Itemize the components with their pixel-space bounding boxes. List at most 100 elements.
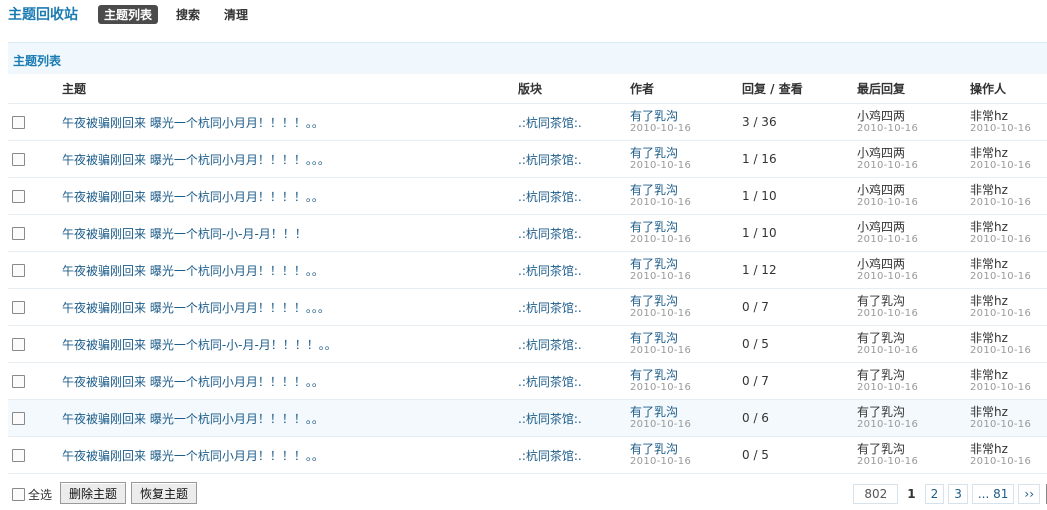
thread-subject-link[interactable]: 午夜被骗刚回来 曝光一个杭同小月月！！！！。。 (62, 264, 324, 278)
forum-link[interactable]: .:杭同茶馆:. (518, 227, 582, 241)
operator-cell: 非常hz 2010-10-16 (970, 288, 1047, 326)
delete-threads-button[interactable]: 删除主题 (60, 482, 126, 504)
operator-date: 2010-10-16 (970, 307, 1032, 319)
row-checkbox[interactable] (12, 375, 25, 388)
forum-link[interactable]: .:杭同茶馆:. (518, 264, 582, 278)
author-cell: 有了乳沟 2010-10-16 (630, 177, 742, 215)
author-link[interactable]: 有了乳沟 (630, 405, 742, 419)
pagination-next[interactable]: ›› (1018, 484, 1040, 504)
author-date: 2010-10-16 (630, 344, 692, 356)
thread-subject-link[interactable]: 午夜被骗刚回来 曝光一个杭同小月月！！！！。。 (62, 190, 324, 204)
author-link[interactable]: 有了乳沟 (630, 220, 742, 234)
app-title: 主题回收站 (8, 7, 78, 23)
pagination-total: 802 (853, 484, 899, 504)
forum-link[interactable]: .:杭同茶馆:. (518, 449, 582, 463)
pagination-page-3[interactable]: 3 (948, 484, 968, 504)
author-link[interactable]: 有了乳沟 (630, 146, 742, 160)
thread-subject-link[interactable]: 午夜被骗刚回来 曝光一个杭同-小-月-月！！！ (62, 227, 307, 241)
subject-cell: 午夜被骗刚回来 曝光一个杭同小月月！！！！。。 (62, 103, 518, 141)
table-row: 午夜被骗刚回来 曝光一个杭同小月月！！！！。。 .:杭同茶馆:. 有了乳沟 2010-… (8, 362, 1047, 400)
thread-subject-link[interactable]: 午夜被骗刚回来 曝光一个杭同小月月！！！！。。 (62, 116, 324, 130)
forum-cell: .:杭同茶馆:. (518, 436, 630, 474)
row-checkbox[interactable] (12, 301, 25, 314)
operator-date: 2010-10-16 (970, 196, 1032, 208)
row-checkbox[interactable] (12, 190, 25, 203)
last-reply-user: 小鸡四两 (857, 108, 906, 123)
forum-link[interactable]: .:杭同茶馆:. (518, 153, 582, 167)
column-header-operator: 操作人 (970, 74, 1047, 104)
thread-subject-link[interactable]: 午夜被骗刚回来 曝光一个杭同-小-月-月！！！！。。 (62, 338, 337, 352)
operator-cell: 非常hz 2010-10-16 (970, 177, 1047, 215)
table-footer: 全选 删除主题 恢复主题 802 1 2 3 ... 81 ›› (8, 482, 1047, 506)
thread-subject-link[interactable]: 午夜被骗刚回来 曝光一个杭同小月月！！！！。。 (62, 412, 324, 426)
operator-name: 非常hz (970, 108, 1008, 123)
select-all[interactable]: 全选 (8, 486, 52, 503)
reply-view-counts: 1 / 12 (742, 263, 777, 277)
pagination-page-2[interactable]: 2 (924, 484, 945, 504)
thread-subject-link[interactable]: 午夜被骗刚回来 曝光一个杭同小月月！！！！。。。 (62, 153, 330, 167)
last-reply-user: 有了乳沟 (857, 367, 906, 382)
checkbox-column-header (8, 74, 62, 104)
forum-link[interactable]: .:杭同茶馆:. (518, 116, 582, 130)
thread-subject-link[interactable]: 午夜被骗刚回来 曝光一个杭同小月月！！！！。。 (62, 449, 324, 463)
author-cell: 有了乳沟 2010-10-16 (630, 251, 742, 289)
pagination-last-page[interactable]: ... 81 (971, 484, 1015, 504)
last-reply-cell: 小鸡四两 2010-10-16 (857, 103, 970, 141)
reply-view-counts: 0 / 7 (742, 374, 769, 388)
author-link[interactable]: 有了乳沟 (630, 257, 742, 271)
nav-tab-cleanup[interactable]: 清理 (218, 5, 254, 24)
nav-tab-search[interactable]: 搜索 (170, 5, 206, 24)
restore-threads-button[interactable]: 恢复主题 (131, 482, 197, 504)
last-reply-cell: 小鸡四两 2010-10-16 (857, 177, 970, 215)
row-checkbox[interactable] (12, 338, 25, 351)
author-link[interactable]: 有了乳沟 (630, 331, 742, 345)
forum-cell: .:杭同茶馆:. (518, 399, 630, 437)
last-reply-date: 2010-10-16 (857, 455, 919, 467)
operator-date: 2010-10-16 (970, 159, 1032, 171)
forum-link[interactable]: .:杭同茶馆:. (518, 301, 582, 315)
counts-cell: 1 / 10 (742, 177, 857, 215)
row-select-cell (8, 436, 62, 474)
author-link[interactable]: 有了乳沟 (630, 294, 742, 308)
table-row: 午夜被骗刚回来 曝光一个杭同小月月！！！！。。。 .:杭同茶馆:. 有了乳沟 2010… (8, 288, 1047, 326)
forum-link[interactable]: .:杭同茶馆:. (518, 190, 582, 204)
operator-name: 非常hz (970, 293, 1008, 308)
operator-cell: 非常hz 2010-10-16 (970, 399, 1047, 437)
thread-subject-link[interactable]: 午夜被骗刚回来 曝光一个杭同小月月！！！！。。。 (62, 301, 330, 315)
operator-date: 2010-10-16 (970, 418, 1032, 430)
thread-subject-link[interactable]: 午夜被骗刚回来 曝光一个杭同小月月！！！！。。 (62, 375, 324, 389)
author-link[interactable]: 有了乳沟 (630, 109, 742, 123)
row-checkbox[interactable] (12, 116, 25, 129)
author-link[interactable]: 有了乳沟 (630, 183, 742, 197)
operator-name: 非常hz (970, 219, 1008, 234)
nav-tab-thread-list[interactable]: 主题列表 (98, 4, 159, 24)
operator-cell: 非常hz 2010-10-16 (970, 214, 1047, 252)
forum-link[interactable]: .:杭同茶馆:. (518, 412, 582, 426)
author-date: 2010-10-16 (630, 455, 692, 467)
operator-cell: 非常hz 2010-10-16 (970, 251, 1047, 289)
last-reply-date: 2010-10-16 (857, 159, 919, 171)
forum-link[interactable]: .:杭同茶馆:. (518, 375, 582, 389)
row-checkbox[interactable] (12, 264, 25, 277)
top-nav: 主题列表 搜索 清理 (98, 4, 266, 24)
counts-cell: 0 / 5 (742, 325, 857, 363)
author-link[interactable]: 有了乳沟 (630, 442, 742, 456)
row-checkbox[interactable] (12, 227, 25, 240)
counts-cell: 1 / 16 (742, 140, 857, 178)
operator-date: 2010-10-16 (970, 381, 1032, 393)
reply-view-counts: 1 / 10 (742, 226, 777, 240)
column-header-author: 作者 (630, 74, 742, 104)
author-date: 2010-10-16 (630, 307, 692, 319)
table-row: 午夜被骗刚回来 曝光一个杭同小月月！！！！。。 .:杭同茶馆:. 有了乳沟 2010-… (8, 436, 1047, 474)
row-checkbox[interactable] (12, 153, 25, 166)
forum-link[interactable]: .:杭同茶馆:. (518, 338, 582, 352)
operator-name: 非常hz (970, 182, 1008, 197)
select-all-label: 全选 (28, 488, 53, 502)
author-cell: 有了乳沟 2010-10-16 (630, 399, 742, 437)
operator-cell: 非常hz 2010-10-16 (970, 103, 1047, 141)
row-checkbox[interactable] (12, 449, 25, 462)
last-reply-date: 2010-10-16 (857, 196, 919, 208)
select-all-checkbox[interactable] (12, 488, 25, 501)
row-checkbox[interactable] (12, 412, 25, 425)
author-link[interactable]: 有了乳沟 (630, 368, 742, 382)
